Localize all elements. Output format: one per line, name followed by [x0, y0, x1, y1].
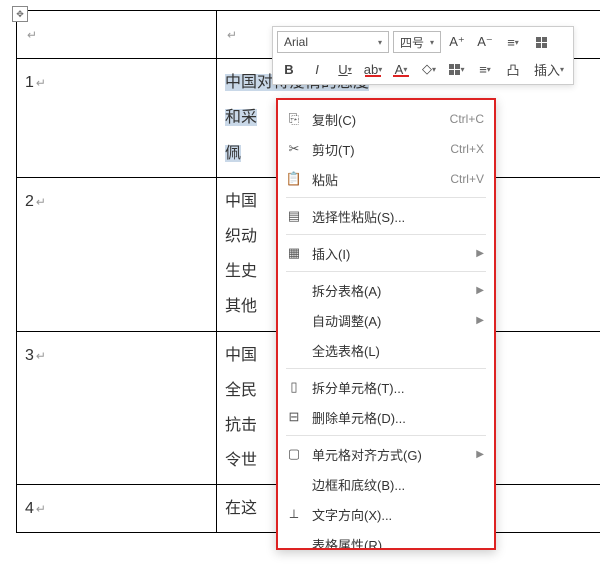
menu-separator [286, 368, 486, 369]
highlight-button[interactable]: ab▾ [361, 58, 385, 80]
menu-item[interactable]: 拆分表格(A) ▶ [278, 275, 494, 305]
table-cell[interactable]: ↵ [17, 11, 217, 59]
menu-item[interactable]: ⎘ 复制(C) Ctrl+C [278, 104, 494, 134]
menu-item-label: 选择性粘贴(S)... [312, 207, 484, 226]
paragraph-mark: ↵ [27, 28, 37, 42]
menu-shortcut: Ctrl+X [450, 142, 484, 156]
menu-item-label: 表格属性(R)... [312, 535, 484, 551]
menu-item-label: 自动调整(A) [312, 311, 466, 330]
menu-item[interactable]: ⊟ 删除单元格(D)... [278, 402, 494, 432]
insert-table-icon[interactable] [529, 31, 553, 53]
menu-item-icon [286, 312, 302, 328]
menu-item[interactable]: 全选表格(L) [278, 335, 494, 365]
menu-item-label: 插入(I) [312, 244, 466, 263]
menu-item-label: 拆分表格(A) [312, 281, 466, 300]
bold-button[interactable]: B [277, 58, 301, 80]
increase-font-icon[interactable]: A⁺ [445, 31, 469, 53]
menu-item-label: 删除单元格(D)... [312, 408, 484, 427]
menu-item-icon: ▤ [286, 208, 302, 224]
menu-separator [286, 234, 486, 235]
menu-separator [286, 435, 486, 436]
font-select[interactable]: Arial▾ [277, 31, 389, 53]
menu-item-label: 复制(C) [312, 110, 440, 129]
menu-separator [286, 271, 486, 272]
submenu-arrow-icon: ▶ [476, 248, 484, 259]
menu-item[interactable]: 表格属性(R)... [278, 529, 494, 550]
font-color-button[interactable]: A▾ [389, 58, 413, 80]
table-cell[interactable]: 4↵ [17, 485, 217, 533]
decrease-font-icon[interactable]: A⁻ [473, 31, 497, 53]
context-menu: ⎘ 复制(C) Ctrl+C ✂ 剪切(T) Ctrl+X 📋 粘贴 Ctrl+V ▤ 选择性粘贴(… [276, 98, 496, 550]
menu-shortcut: Ctrl+V [450, 172, 484, 186]
clear-format-icon[interactable]: ◇▾ [417, 58, 441, 80]
menu-item-icon [286, 342, 302, 358]
menu-item-icon: ▯ [286, 379, 302, 395]
menu-item-icon: ⟂ [286, 506, 302, 522]
submenu-arrow-icon: ▶ [476, 285, 484, 296]
menu-shortcut: Ctrl+C [450, 112, 484, 126]
submenu-arrow-icon: ▶ [476, 315, 484, 326]
menu-item-icon [286, 476, 302, 492]
menu-item-icon: ▦ [286, 245, 302, 261]
line-spacing-icon[interactable]: ≡▾ [501, 31, 525, 53]
menu-item-icon: ▢ [286, 446, 302, 462]
mini-toolbar: Arial▾ 四号▾ A⁺ A⁻ ≡▾ B I U▾ ab▾ A▾ ◇▾ ▾ ≡… [272, 26, 574, 85]
insert-menu[interactable]: 插入▾ [529, 58, 569, 80]
menu-item-label: 单元格对齐方式(G) [312, 445, 466, 464]
menu-item-label: 文字方向(X)... [312, 505, 484, 524]
table-cell[interactable]: 3↵ [17, 331, 217, 485]
table-cell[interactable]: 2↵ [17, 177, 217, 331]
menu-item-icon: ✂ [286, 141, 302, 157]
menu-item[interactable]: 边框和底纹(B)... [278, 469, 494, 499]
menu-item[interactable]: ▢ 单元格对齐方式(G) ▶ [278, 439, 494, 469]
menu-item[interactable]: 📋 粘贴 Ctrl+V [278, 164, 494, 194]
submenu-arrow-icon: ▶ [476, 449, 484, 460]
menu-item[interactable]: ▦ 插入(I) ▶ [278, 238, 494, 268]
indent-button[interactable]: 凸 [501, 58, 525, 80]
menu-item[interactable]: 自动调整(A) ▶ [278, 305, 494, 335]
menu-item-icon [286, 536, 302, 550]
underline-button[interactable]: U▾ [333, 58, 357, 80]
menu-item-icon [286, 282, 302, 298]
menu-item[interactable]: ▯ 拆分单元格(T)... [278, 372, 494, 402]
menu-item-icon: ⊟ [286, 409, 302, 425]
borders-button[interactable]: ▾ [445, 58, 469, 80]
menu-item[interactable]: ✂ 剪切(T) Ctrl+X [278, 134, 494, 164]
menu-item-label: 拆分单元格(T)... [312, 378, 484, 397]
menu-item-icon: 📋 [286, 171, 302, 187]
menu-item[interactable]: ▤ 选择性粘贴(S)... [278, 201, 494, 231]
menu-item-label: 剪切(T) [312, 140, 440, 159]
font-size-select[interactable]: 四号▾ [393, 31, 441, 53]
align-button[interactable]: ≡▾ [473, 58, 497, 80]
menu-item[interactable]: ⟂ 文字方向(X)... [278, 499, 494, 529]
table-cell[interactable]: 1↵ [17, 59, 217, 178]
menu-item-label: 边框和底纹(B)... [312, 475, 484, 494]
italic-button[interactable]: I [305, 58, 329, 80]
menu-item-label: 粘贴 [312, 170, 440, 189]
menu-separator [286, 197, 486, 198]
menu-item-label: 全选表格(L) [312, 341, 484, 360]
menu-item-icon: ⎘ [286, 111, 302, 127]
table-move-handle[interactable]: ✥ [12, 6, 28, 22]
